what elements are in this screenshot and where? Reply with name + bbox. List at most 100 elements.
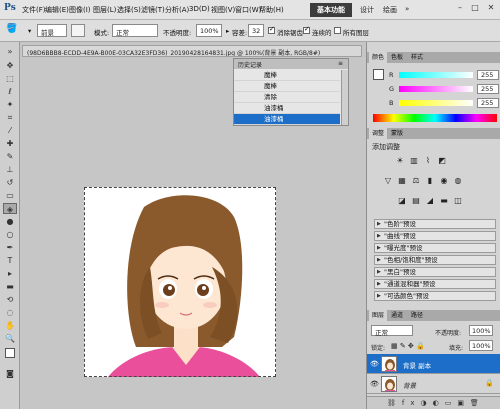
tab-channels[interactable]: 通道 xyxy=(391,310,403,321)
3d-rotate-tool-icon[interactable]: ⟲ xyxy=(3,294,17,305)
menu-layer[interactable]: 图层(L) xyxy=(93,5,116,15)
antialias-checkbox[interactable] xyxy=(268,25,275,34)
maximize-icon[interactable]: □ xyxy=(469,2,481,14)
blend-mode-select[interactable]: 正常 xyxy=(371,325,413,337)
brightness-icon[interactable]: ☀ xyxy=(395,156,405,166)
opacity-input[interactable]: 100% xyxy=(196,24,222,37)
color-balance-icon[interactable]: ⚖ xyxy=(411,176,421,186)
close-icon[interactable]: ✕ xyxy=(485,2,497,14)
red-slider[interactable] xyxy=(399,72,473,78)
brush-tool-icon[interactable]: ✎ xyxy=(3,151,17,162)
color-ramp[interactable] xyxy=(373,114,497,122)
layer-name[interactable]: 背景 xyxy=(403,380,416,390)
workspace-paint-link[interactable]: 绘画 xyxy=(383,5,397,15)
green-slider[interactable] xyxy=(399,86,473,92)
blue-value-input[interactable]: 255 xyxy=(477,98,499,108)
workspace-design-link[interactable]: 设计 xyxy=(360,5,374,15)
vibrance-icon[interactable]: ▽ xyxy=(383,176,393,186)
tab-masks[interactable]: 蒙版 xyxy=(391,128,403,139)
panel-menu-icon[interactable]: ≡ xyxy=(338,60,343,67)
healing-brush-tool-icon[interactable]: ✚ xyxy=(3,138,17,149)
tab-paths[interactable]: 路径 xyxy=(411,310,423,321)
tab-styles[interactable]: 样式 xyxy=(411,52,423,63)
menu-3d[interactable]: 3D(D) xyxy=(189,5,210,13)
crop-tool-icon[interactable]: ⌗ xyxy=(3,112,17,123)
layer-name[interactable]: 背景 副本 xyxy=(403,360,431,370)
history-row[interactable]: 清除 xyxy=(234,92,340,103)
invert-icon[interactable]: ◪ xyxy=(397,196,407,206)
menu-file[interactable]: 文件(F) xyxy=(22,5,46,15)
3d-orbit-tool-icon[interactable]: ◌ xyxy=(3,307,17,318)
blue-slider[interactable] xyxy=(399,100,473,106)
hue-saturation-icon[interactable]: ▦ xyxy=(397,176,407,186)
marquee-tool-icon[interactable]: ⬚ xyxy=(3,73,17,84)
curves-icon[interactable]: ⌇ xyxy=(423,156,433,166)
fg-color-preview[interactable] xyxy=(373,69,384,80)
workspace-more-icon[interactable]: » xyxy=(405,5,409,13)
blur-tool-icon[interactable]: ● xyxy=(3,216,17,227)
tool-preset-arrow-icon[interactable]: ▾ xyxy=(28,27,31,35)
dodge-tool-icon[interactable]: ○ xyxy=(3,229,17,240)
menu-analysis[interactable]: 分析(A) xyxy=(165,5,189,15)
posterize-icon[interactable]: ▤ xyxy=(411,196,421,206)
preset-curves[interactable]: "曲线"预设 xyxy=(374,231,496,241)
minimize-icon[interactable]: – xyxy=(454,2,466,14)
preset-selective-color[interactable]: "可选颜色"预设 xyxy=(374,291,496,301)
type-tool-icon[interactable]: T xyxy=(3,255,17,266)
clone-stamp-tool-icon[interactable]: ⊥ xyxy=(3,164,17,175)
fill-source-select[interactable]: 前景 xyxy=(37,24,67,37)
fill-input[interactable]: 100% xyxy=(469,340,493,351)
tolerance-input[interactable]: 32 xyxy=(248,24,264,37)
all-layers-checkbox[interactable] xyxy=(334,27,341,34)
photo-filter-icon[interactable]: ◉ xyxy=(439,176,449,186)
threshold-icon[interactable]: ◢ xyxy=(425,196,435,206)
history-row[interactable]: 魔棒 xyxy=(234,70,340,81)
menu-window[interactable]: 窗口(W) xyxy=(235,5,261,15)
pen-tool-icon[interactable]: ✒ xyxy=(3,242,17,253)
path-selection-tool-icon[interactable]: ▸ xyxy=(3,268,17,279)
paint-bucket-icon[interactable]: 🪣 xyxy=(6,24,17,34)
menu-edit[interactable]: 编辑(E) xyxy=(45,5,69,15)
opacity-arrow-icon[interactable]: ▸ xyxy=(226,27,229,35)
history-row[interactable]: 魔棒 xyxy=(234,81,340,92)
document-tab[interactable]: (98D6BBB8-ECDD-4E9A-B00E-03CA32E3FD36)_2… xyxy=(22,45,362,57)
green-value-input[interactable]: 255 xyxy=(477,84,499,94)
menu-help[interactable]: 帮助(H) xyxy=(259,5,284,15)
magic-wand-tool-icon[interactable]: ✦ xyxy=(3,99,17,110)
eraser-tool-icon[interactable]: ▭ xyxy=(3,190,17,201)
layers-footer-icons[interactable]: ⛓fx◑◐▭▣🗑 xyxy=(367,396,500,409)
red-value-input[interactable]: 255 xyxy=(477,70,499,80)
foreground-color-swatch[interactable] xyxy=(5,348,15,358)
preset-hue-saturation[interactable]: "色相/饱和度"预设 xyxy=(374,255,496,265)
tab-color[interactable]: 颜色 xyxy=(369,52,388,63)
tab-swatches[interactable]: 色板 xyxy=(391,52,403,63)
quick-mask-icon[interactable]: ◙ xyxy=(3,368,17,379)
preset-levels[interactable]: "色阶"预设 xyxy=(374,219,496,229)
lasso-tool-icon[interactable]: ℓ xyxy=(3,86,17,97)
lock-icons[interactable]: ▦ ✎ ✥ 🔒 xyxy=(391,342,425,350)
layer-opacity-input[interactable]: 100% xyxy=(469,325,493,336)
exposure-icon[interactable]: ◩ xyxy=(437,156,447,166)
preset-exposure[interactable]: "曝光度"预设 xyxy=(374,243,496,253)
layer-row-background-copy[interactable]: 👁 背景 副本 xyxy=(367,354,500,374)
menu-filter[interactable]: 滤镜(T) xyxy=(141,5,165,15)
black-white-icon[interactable]: ▮ xyxy=(425,176,435,186)
menu-image[interactable]: 图像(I) xyxy=(69,5,91,15)
move-tool-icon[interactable]: ✥ xyxy=(3,60,17,71)
workspace-essentials-button[interactable]: 基本功能 xyxy=(310,3,352,17)
channel-mixer-icon[interactable]: ◍ xyxy=(453,176,463,186)
history-scrollbar[interactable] xyxy=(341,70,348,125)
eyedropper-tool-icon[interactable]: ⁄ xyxy=(3,125,17,136)
menu-select[interactable]: 选择(S) xyxy=(117,5,141,15)
gradient-map-icon[interactable]: ▬ xyxy=(439,196,449,206)
menu-view[interactable]: 视图(V) xyxy=(211,5,235,15)
history-row-selected[interactable]: 油漆桶 xyxy=(234,114,340,125)
levels-icon[interactable]: ▥ xyxy=(409,156,419,166)
tab-history[interactable]: 历史记录 xyxy=(238,60,262,69)
contiguous-checkbox[interactable] xyxy=(303,25,310,34)
visibility-eye-icon[interactable]: 👁 xyxy=(370,380,379,388)
preset-black-white[interactable]: "黑白"预设 xyxy=(374,267,496,277)
pattern-picker[interactable] xyxy=(71,24,85,37)
shape-tool-icon[interactable]: ▬ xyxy=(3,281,17,292)
visibility-eye-icon[interactable]: 👁 xyxy=(370,360,379,368)
